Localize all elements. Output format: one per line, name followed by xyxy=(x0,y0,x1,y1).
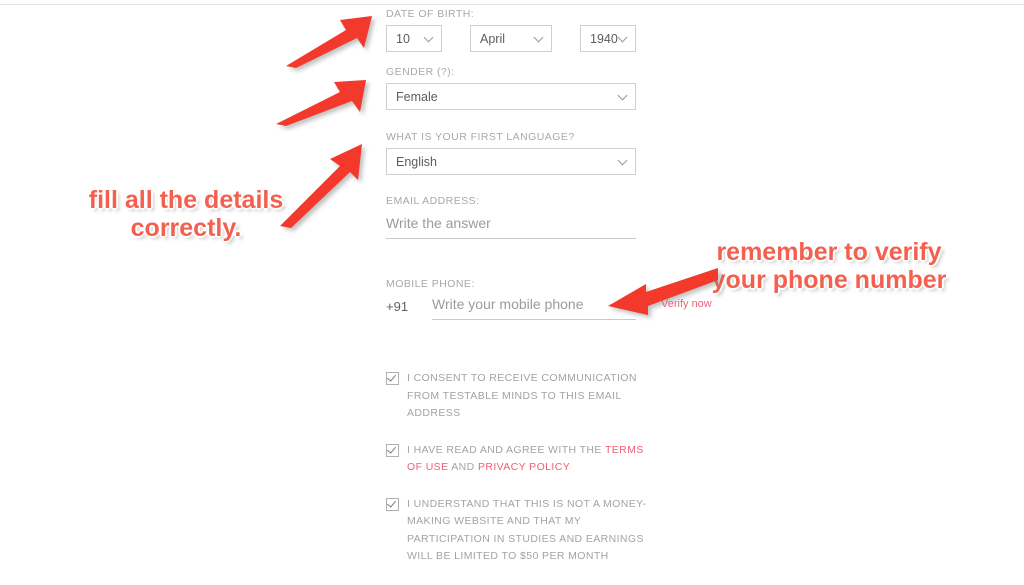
annotation-arrow-to-date-of-birth xyxy=(284,6,382,68)
dob-month-value: April xyxy=(480,31,506,46)
consent-terms-middle: AND xyxy=(448,461,478,473)
date-of-birth-label: DATE OF BIRTH: xyxy=(386,8,475,20)
dob-year-select[interactable]: 1940 xyxy=(580,25,636,52)
consent-earnings-text: I UNDERSTAND THAT THIS IS NOT A MONEY-MA… xyxy=(407,497,647,563)
consent-terms-text: I HAVE READ AND AGREE WITH THE TERMS OF … xyxy=(407,442,656,477)
field-first-language: WHAT IS YOUR FIRST LANGUAGE? English xyxy=(386,131,636,175)
annotation-verify-phone: remember to verify your phone number xyxy=(711,238,947,294)
consent-communication-text: I CONSENT TO RECEIVE COMMUNICATION FROM … xyxy=(407,372,637,419)
annotation-arrow-to-first-language xyxy=(278,140,372,228)
top-divider xyxy=(0,4,1024,5)
annotation-arrow-to-gender xyxy=(274,74,376,126)
first-language-label: WHAT IS YOUR FIRST LANGUAGE? xyxy=(386,131,575,143)
annotation-arrow-to-mobile-phone xyxy=(606,266,720,316)
email-address-label: EMAIL ADDRESS: xyxy=(386,195,480,207)
chevron-down-icon xyxy=(535,34,543,42)
mobile-phone-row: +91 xyxy=(386,295,636,320)
chevron-down-icon xyxy=(619,92,627,100)
checkbox-earnings[interactable] xyxy=(386,497,399,511)
field-gender: GENDER (?): Female xyxy=(386,66,636,110)
mobile-phone-label: MOBILE PHONE: xyxy=(386,278,475,290)
dob-day-value: 10 xyxy=(396,31,410,46)
page-root: DATE OF BIRTH: 10 April 1940 GENDER (?): xyxy=(0,0,1024,562)
consent-item-earnings: I UNDERSTAND THAT THIS IS NOT A MONEY-MA… xyxy=(386,496,656,566)
chevron-down-icon xyxy=(425,34,433,42)
annotation-fill-details: fill all the details correctly. xyxy=(88,186,284,242)
checkbox-communication[interactable] xyxy=(386,372,399,385)
gender-label: GENDER (?): xyxy=(386,66,455,78)
chevron-down-icon xyxy=(619,157,627,165)
email-input-wrapper xyxy=(386,214,636,239)
email-input[interactable] xyxy=(386,214,636,238)
consent-item-communication: I CONSENT TO RECEIVE COMMUNICATION FROM … xyxy=(386,370,656,423)
dob-month-select[interactable]: April xyxy=(470,25,552,52)
first-language-select[interactable]: English xyxy=(386,148,636,175)
field-date-of-birth: DATE OF BIRTH: 10 April 1940 xyxy=(386,8,636,52)
date-of-birth-selects: 10 April 1940 xyxy=(386,25,636,52)
dob-day-select[interactable]: 10 xyxy=(386,25,442,52)
dob-year-value: 1940 xyxy=(590,31,618,46)
chevron-down-icon xyxy=(619,34,627,42)
consent-item-terms: I HAVE READ AND AGREE WITH THE TERMS OF … xyxy=(386,442,656,477)
field-email-address: EMAIL ADDRESS: xyxy=(386,195,636,239)
consent-list: I CONSENT TO RECEIVE COMMUNICATION FROM … xyxy=(386,370,656,585)
gender-select[interactable]: Female xyxy=(386,83,636,110)
first-language-value: English xyxy=(396,154,437,169)
field-mobile-phone: MOBILE PHONE: +91 Verify now xyxy=(386,278,712,320)
checkbox-terms[interactable] xyxy=(386,443,399,457)
country-code-prefix: +91 xyxy=(386,299,409,314)
consent-terms-prefix: I HAVE READ AND AGREE WITH THE xyxy=(407,443,605,456)
gender-value: Female xyxy=(396,89,438,104)
privacy-policy-link[interactable]: PRIVACY POLICY xyxy=(478,461,570,473)
